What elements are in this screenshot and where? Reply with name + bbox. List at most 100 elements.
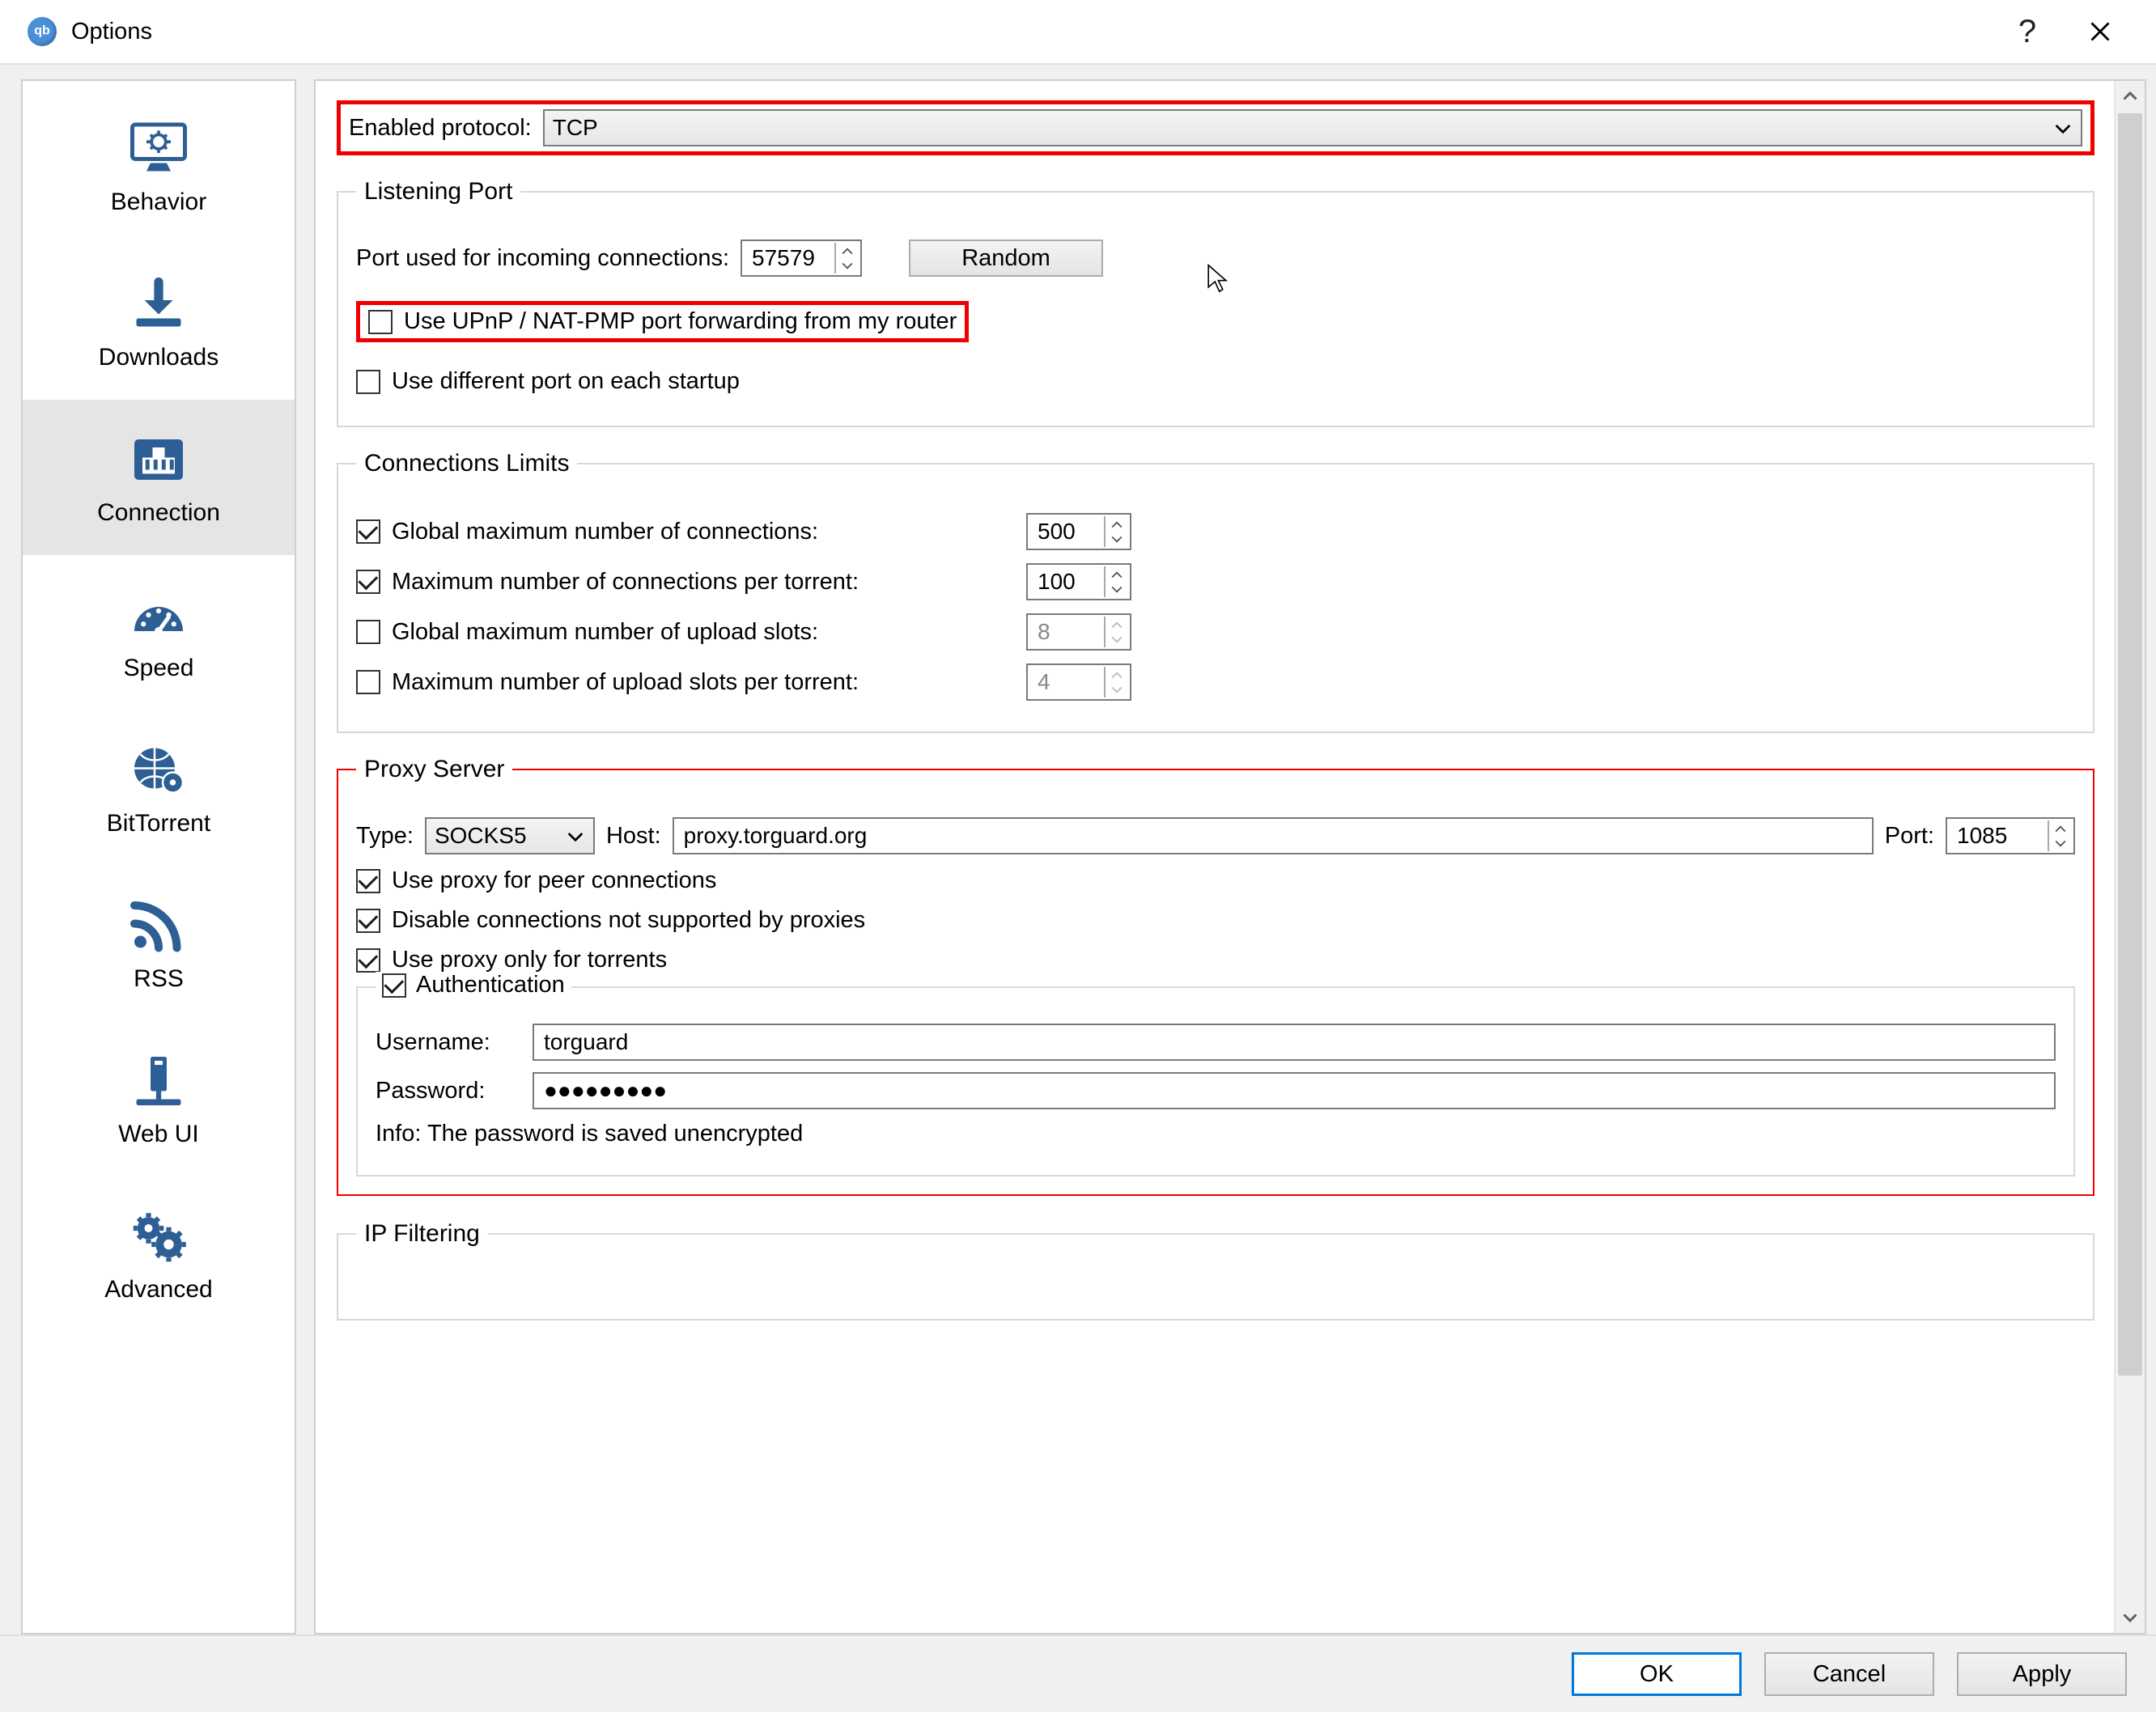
enabled-protocol-select[interactable]: TCP <box>543 109 2082 146</box>
chevron-up-icon[interactable] <box>1106 516 1128 532</box>
scroll-thumb[interactable] <box>2118 113 2142 1376</box>
port-row: Port used for incoming connections: Rand… <box>356 240 2075 277</box>
global-max-conn-checkbox[interactable] <box>356 519 380 544</box>
proxy-disable-checkbox[interactable] <box>356 909 380 933</box>
proxy-peer-checkbox[interactable] <box>356 869 380 893</box>
proxy-port-label: Port: <box>1885 823 1934 850</box>
diffport-row: Use different port on each startup <box>356 368 2075 395</box>
help-button[interactable]: ? <box>1991 2 2064 62</box>
proxy-only-torrents-label: Use proxy only for torrents <box>392 947 667 973</box>
chevron-up-icon[interactable] <box>1106 566 1128 582</box>
max-upload-per-torrent-checkbox[interactable] <box>356 670 380 694</box>
sidebar-item-webui[interactable]: Web UI <box>23 1021 295 1176</box>
gears-icon <box>126 1205 191 1268</box>
ok-button[interactable]: OK <box>1572 1652 1742 1696</box>
scroll-down-button[interactable] <box>2116 1604 2145 1633</box>
chevron-down-icon[interactable] <box>836 258 859 273</box>
sidebar-item-label: Downloads <box>99 344 219 371</box>
connection-settings: Enabled protocol: TCP Listening Port Por… <box>316 81 2114 1633</box>
max-upload-per-torrent-spinner <box>1026 663 1131 701</box>
spinner-buttons[interactable] <box>834 243 859 273</box>
port-spinner[interactable] <box>741 240 862 277</box>
global-max-upload-spinner <box>1026 613 1131 651</box>
ip-filtering-legend: IP Filtering <box>356 1220 488 1248</box>
proxy-port-spinner[interactable] <box>1946 817 2075 854</box>
sidebar-item-label: RSS <box>134 965 184 993</box>
chevron-up-icon[interactable] <box>836 243 859 258</box>
chevron-down-icon <box>1106 632 1128 647</box>
proxy-host-input[interactable] <box>673 817 1874 854</box>
ip-filtering-group: IP Filtering <box>337 1220 2094 1321</box>
global-max-conn-row: Global maximum number of connections: <box>356 513 2075 550</box>
proxy-password-input[interactable] <box>533 1072 2056 1109</box>
sidebar-item-behavior[interactable]: Behavior <box>23 89 295 244</box>
max-upload-per-torrent-label: Maximum number of upload slots per torre… <box>392 669 1015 696</box>
gear-monitor-icon <box>126 117 191 180</box>
close-button[interactable] <box>2064 2 2137 62</box>
proxy-type-select[interactable]: SOCKS5 <box>425 817 595 854</box>
sidebar-item-rss[interactable]: RSS <box>23 866 295 1021</box>
sidebar-item-label: Connection <box>97 499 220 527</box>
rss-icon <box>126 894 191 957</box>
chevron-up-icon <box>1106 667 1128 682</box>
max-conn-per-torrent-row: Maximum number of connections per torren… <box>356 563 2075 600</box>
proxy-username-label: Username: <box>376 1029 521 1056</box>
global-max-upload-checkbox[interactable] <box>356 620 380 644</box>
connections-limits-legend: Connections Limits <box>356 450 577 477</box>
sidebar-item-label: Web UI <box>118 1121 198 1148</box>
diffport-checkbox[interactable] <box>356 370 380 394</box>
sidebar-item-label: Speed <box>124 655 194 682</box>
proxy-username-row: Username: <box>376 1024 2056 1061</box>
port-label: Port used for incoming connections: <box>356 245 729 272</box>
global-max-upload-row: Global maximum number of upload slots: <box>356 613 2075 651</box>
proxy-disable-label: Disable connections not supported by pro… <box>392 907 865 934</box>
chevron-down-icon[interactable] <box>1106 532 1128 547</box>
proxy-auth-group: Authentication Username: Password: <box>356 986 2075 1176</box>
chevron-down-icon[interactable] <box>2049 836 2072 851</box>
chevron-down-icon <box>2055 115 2071 141</box>
proxy-peer-row: Use proxy for peer connections <box>356 867 2075 894</box>
random-port-button[interactable]: Random <box>909 240 1103 277</box>
global-max-conn-spinner[interactable] <box>1026 513 1131 550</box>
proxy-type-row: Type: SOCKS5 Host: Port: <box>356 817 2075 854</box>
ethernet-icon <box>126 428 191 491</box>
chevron-up-icon[interactable] <box>2049 820 2072 836</box>
max-conn-per-torrent-checkbox[interactable] <box>356 570 380 594</box>
cancel-button[interactable]: Cancel <box>1764 1652 1934 1696</box>
proxy-server-legend: Proxy Server <box>356 756 512 783</box>
port-input[interactable] <box>750 244 831 272</box>
chevron-down-icon <box>567 823 584 849</box>
diffport-label: Use different port on each startup <box>392 368 740 395</box>
sidebar-item-connection[interactable]: Connection <box>23 400 295 555</box>
sidebar-item-speed[interactable]: Speed <box>23 555 295 710</box>
listening-port-legend: Listening Port <box>356 178 520 206</box>
enabled-protocol-value: TCP <box>553 115 598 141</box>
chevron-down-icon[interactable] <box>1106 582 1128 597</box>
enabled-protocol-label: Enabled protocol: <box>349 115 532 142</box>
enabled-protocol-row: Enabled protocol: TCP <box>337 100 2094 155</box>
server-icon <box>126 1049 191 1113</box>
scroll-up-button[interactable] <box>2116 81 2145 110</box>
chevron-down-icon <box>1106 682 1128 697</box>
window-title: Options <box>71 19 152 45</box>
max-conn-per-torrent-spinner[interactable] <box>1026 563 1131 600</box>
close-icon <box>2089 20 2111 43</box>
apply-button[interactable]: Apply <box>1957 1652 2127 1696</box>
vertical-scrollbar[interactable] <box>2114 81 2145 1633</box>
proxy-type-label: Type: <box>356 823 414 850</box>
proxy-auth-checkbox[interactable] <box>382 973 406 998</box>
upnp-checkbox[interactable] <box>368 310 393 334</box>
sidebar-item-downloads[interactable]: Downloads <box>23 244 295 400</box>
app-icon <box>28 17 57 46</box>
proxy-peer-label: Use proxy for peer connections <box>392 867 716 894</box>
proxy-username-input[interactable] <box>533 1024 2056 1061</box>
sidebar-item-label: Behavior <box>111 189 206 216</box>
content-pane: Enabled protocol: TCP Listening Port Por… <box>314 79 2146 1634</box>
sidebar-item-advanced[interactable]: Advanced <box>23 1176 295 1332</box>
proxy-only-torrents-checkbox[interactable] <box>356 948 380 973</box>
proxy-info-text: Info: The password is saved unencrypted <box>376 1121 803 1147</box>
dialog-footer: OK Cancel Apply <box>0 1634 2156 1712</box>
sidebar-item-bittorrent[interactable]: BitTorrent <box>23 710 295 866</box>
proxy-password-row: Password: <box>376 1072 2056 1109</box>
proxy-server-group: Proxy Server Type: SOCKS5 Host: Port: <box>337 756 2094 1196</box>
